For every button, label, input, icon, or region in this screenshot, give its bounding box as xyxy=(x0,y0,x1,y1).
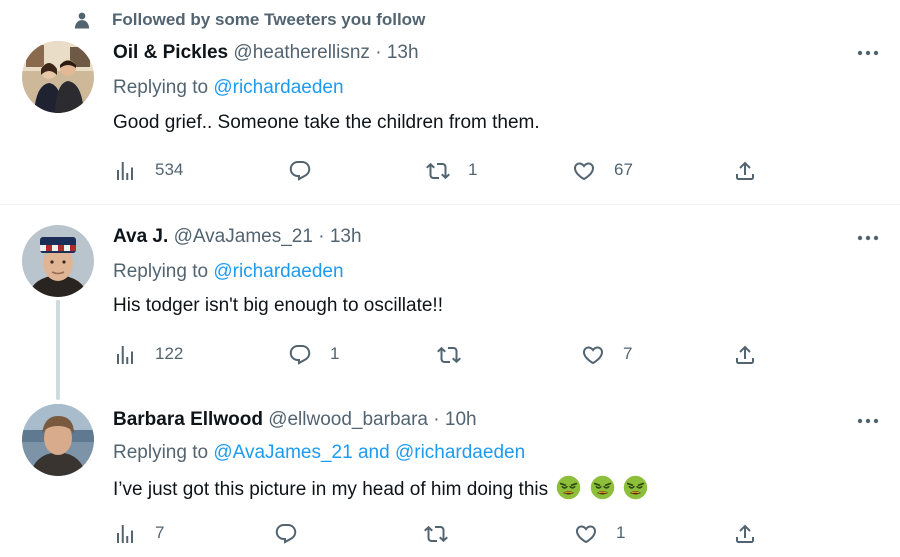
like-button[interactable]: 67 xyxy=(572,157,633,185)
header-separator: · xyxy=(375,42,382,63)
views-icon xyxy=(113,159,137,183)
display-name[interactable]: Ava J. xyxy=(113,226,168,247)
tweet-timestamp[interactable]: 13h xyxy=(330,226,362,247)
tweet-text-content: Good grief.. Someone take the children f… xyxy=(113,112,540,133)
tweet[interactable]: Oil & Pickles @heatherellisnz · 13h Repl… xyxy=(0,0,900,204)
display-name[interactable]: Oil & Pickles xyxy=(113,42,228,63)
tweet-text-content: I’ve just got this picture in my head of… xyxy=(113,479,549,500)
replying-to: Replying to @richardaeden xyxy=(113,76,344,100)
replying-to: Replying to @richardaeden xyxy=(113,260,344,284)
retweet-icon xyxy=(426,159,450,183)
header-separator: · xyxy=(318,226,325,247)
tweet-text: Good grief.. Someone take the children f… xyxy=(113,111,540,135)
tweet-header: Barbara Ellwood @ellwood_barbara · 10h xyxy=(113,408,477,432)
retweet-button[interactable] xyxy=(424,520,448,548)
tweet[interactable]: Barbara Ellwood @ellwood_barbara · 10h R… xyxy=(0,393,900,557)
nauseated-face-emoji xyxy=(623,475,648,500)
tweet-header: Ava J. @AvaJames_21 · 13h xyxy=(113,225,362,249)
reply-button[interactable] xyxy=(288,157,312,185)
user-handle[interactable]: @heatherellisnz xyxy=(233,42,370,63)
share-button[interactable] xyxy=(733,157,757,185)
user-handle[interactable]: @AvaJames_21 xyxy=(174,226,313,247)
tweet-text: His todger isn't big enough to oscillate… xyxy=(113,294,443,318)
replying-to-label: Replying to xyxy=(113,261,209,282)
reply-icon xyxy=(288,159,312,183)
views-count: 122 xyxy=(155,344,184,363)
reply-icon xyxy=(288,343,312,367)
share-icon xyxy=(733,159,757,183)
retweet-icon xyxy=(424,522,448,546)
mention-link[interactable]: @richardaeden xyxy=(213,77,343,98)
replying-to-label: Replying to xyxy=(113,77,209,98)
like-button[interactable]: 7 xyxy=(581,341,632,369)
share-button[interactable] xyxy=(733,341,757,369)
reply-button[interactable]: 1 xyxy=(288,341,339,369)
like-button[interactable]: 1 xyxy=(574,520,625,548)
views-icon xyxy=(113,343,137,367)
views-count: 534 xyxy=(155,160,184,179)
more-options-icon[interactable] xyxy=(850,226,886,250)
views-icon xyxy=(113,522,137,546)
views-count: 7 xyxy=(155,523,165,542)
retweet-button[interactable]: 1 xyxy=(426,157,477,185)
share-button[interactable] xyxy=(733,520,757,548)
tweet-text-content: His todger isn't big enough to oscillate… xyxy=(113,295,443,316)
heart-icon xyxy=(574,522,598,546)
views-button[interactable]: 7 xyxy=(113,520,164,548)
heart-icon xyxy=(581,343,605,367)
reply-icon xyxy=(274,522,298,546)
reply-count: 1 xyxy=(330,344,340,363)
heart-icon xyxy=(572,159,596,183)
avatar[interactable] xyxy=(22,41,94,113)
views-button[interactable]: 122 xyxy=(113,341,183,369)
mention-link[interactable]: @richardaeden xyxy=(213,261,343,282)
mention-link[interactable]: @AvaJames_21 and @richardaeden xyxy=(213,442,525,463)
share-icon xyxy=(733,343,757,367)
nauseated-face-emoji xyxy=(590,475,615,500)
tweet-timestamp[interactable]: 10h xyxy=(445,409,477,430)
avatar[interactable] xyxy=(22,225,94,297)
tweet[interactable]: Ava J. @AvaJames_21 · 13h Replying to @r… xyxy=(0,205,900,393)
replying-to: Replying to @AvaJames_21 and @richardaed… xyxy=(113,441,525,465)
display-name[interactable]: Barbara Ellwood xyxy=(113,409,263,430)
like-count: 67 xyxy=(614,160,633,179)
more-options-icon[interactable] xyxy=(850,41,886,65)
retweet-button[interactable] xyxy=(437,341,461,369)
share-icon xyxy=(733,522,757,546)
header-separator: · xyxy=(433,409,440,430)
reply-button[interactable] xyxy=(274,520,298,548)
more-options-icon[interactable] xyxy=(850,409,886,433)
tweet-text: I’ve just got this picture in my head of… xyxy=(113,475,648,502)
retweet-count: 1 xyxy=(468,160,478,179)
avatar[interactable] xyxy=(22,404,94,476)
replying-to-label: Replying to xyxy=(113,442,209,463)
tweet-timestamp[interactable]: 13h xyxy=(387,42,419,63)
views-button[interactable]: 534 xyxy=(113,157,183,185)
like-count: 1 xyxy=(616,523,626,542)
tweet-header: Oil & Pickles @heatherellisnz · 13h xyxy=(113,41,419,65)
like-count: 7 xyxy=(623,344,633,363)
user-handle[interactable]: @ellwood_barbara xyxy=(268,409,428,430)
retweet-icon xyxy=(437,343,461,367)
nauseated-face-emoji xyxy=(556,475,581,500)
